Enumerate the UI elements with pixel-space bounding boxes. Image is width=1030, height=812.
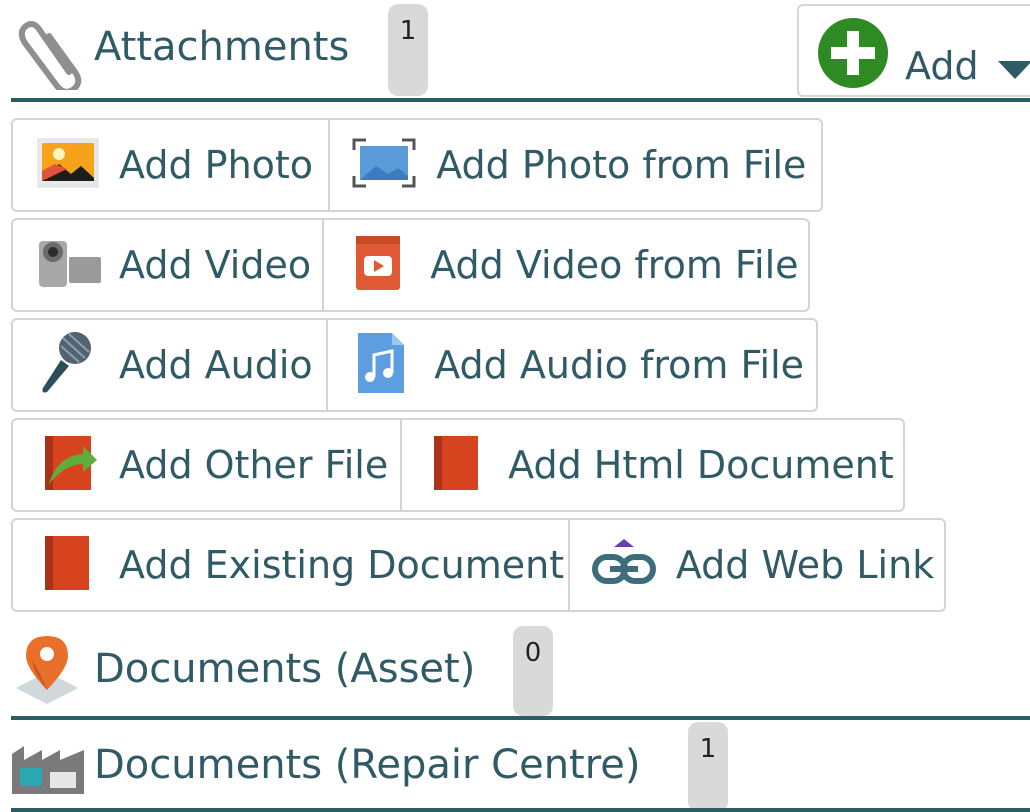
add-web-link-button[interactable]: Add Web Link <box>567 520 944 610</box>
photo-icon <box>37 138 99 192</box>
video-camera-icon <box>37 237 103 293</box>
add-audio-label: Add Audio <box>119 343 313 387</box>
documents-repair-centre-count-badge: 1 <box>688 722 728 812</box>
other-file-icon <box>43 434 99 496</box>
attachments-divider <box>11 98 1030 102</box>
add-photo-from-file-button[interactable]: Add Photo from File <box>328 120 821 210</box>
documents-asset-divider <box>11 716 1030 720</box>
add-html-document-button[interactable]: Add Html Document <box>400 420 903 510</box>
button-row-video: Add Video Add Video from File <box>11 218 810 312</box>
audio-file-icon <box>356 331 406 399</box>
add-dropdown-label: Add <box>905 44 979 88</box>
add-photo-label: Add Photo <box>119 143 314 187</box>
html-document-icon <box>432 434 480 496</box>
video-file-icon <box>354 234 402 296</box>
map-pin-icon <box>14 632 80 710</box>
add-html-document-label: Add Html Document <box>508 443 894 487</box>
add-other-file-label: Add Other File <box>119 443 389 487</box>
button-row-audio: Add Audio Add Audio from File <box>11 318 818 412</box>
add-audio-button[interactable]: Add Audio <box>13 320 326 410</box>
add-audio-from-file-button[interactable]: Add Audio from File <box>326 320 816 410</box>
button-row-photo: Add Photo Add Photo from File <box>11 118 823 212</box>
button-row-files: Add Other File Add Html Document <box>11 418 905 512</box>
web-link-icon <box>591 539 656 591</box>
attachments-count-badge: 1 <box>388 4 428 96</box>
factory-icon <box>12 742 84 798</box>
attachments-title: Attachments <box>94 24 350 70</box>
add-video-label: Add Video <box>119 243 312 287</box>
documents-repair-centre-title: Documents (Repair Centre) <box>94 742 641 788</box>
add-existing-document-label: Add Existing Document <box>119 543 565 587</box>
add-existing-document-button[interactable]: Add Existing Document <box>13 520 568 610</box>
add-audio-from-file-label: Add Audio from File <box>434 343 805 387</box>
existing-document-icon <box>43 534 91 596</box>
documents-asset-title: Documents (Asset) <box>94 646 476 692</box>
add-video-from-file-label: Add Video from File <box>430 243 799 287</box>
plus-circle-icon <box>817 17 889 93</box>
add-web-link-label: Add Web Link <box>675 543 935 587</box>
button-row-links: Add Existing Document Add Web Link <box>11 518 946 612</box>
add-video-from-file-button[interactable]: Add Video from File <box>322 220 808 310</box>
add-dropdown-button[interactable]: Add <box>797 4 1030 97</box>
microphone-icon <box>39 330 95 400</box>
add-video-button[interactable]: Add Video <box>13 220 322 310</box>
documents-repair-centre-divider <box>11 808 1030 812</box>
add-other-file-button[interactable]: Add Other File <box>13 420 400 510</box>
paperclip-icon <box>14 12 84 95</box>
add-photo-button[interactable]: Add Photo <box>13 120 328 210</box>
documents-asset-count-badge: 0 <box>513 626 553 716</box>
add-photo-from-file-label: Add Photo from File <box>436 143 807 187</box>
photo-frame-icon <box>352 138 416 192</box>
caret-down-icon <box>998 61 1030 85</box>
